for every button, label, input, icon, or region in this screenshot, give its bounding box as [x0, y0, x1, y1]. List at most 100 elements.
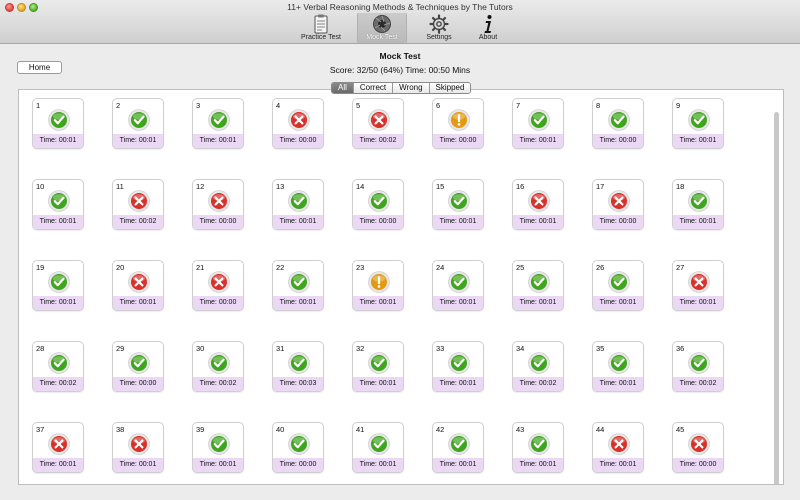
question-number: 13: [276, 182, 285, 191]
question-tile[interactable]: 34 Time: 00:02: [512, 341, 564, 392]
question-tile[interactable]: 12 Time: 00:00: [192, 179, 244, 230]
toolbar-mock-test[interactable]: Mock Test: [357, 13, 407, 43]
question-tile[interactable]: 3 Time: 00:01: [192, 98, 244, 149]
check-icon: [688, 190, 710, 212]
question-time: Time: 00:01: [673, 215, 723, 229]
question-tile[interactable]: 10 Time: 00:01: [32, 179, 84, 230]
question-tile[interactable]: 5 Time: 00:02: [352, 98, 404, 149]
toolbar-label: Mock Test: [366, 34, 398, 41]
check-icon: [288, 271, 310, 293]
question-tile[interactable]: 6 Time: 00:00: [432, 98, 484, 149]
question-number: 17: [596, 182, 605, 191]
check-icon: [448, 352, 470, 374]
question-tile[interactable]: 11 Time: 00:02: [112, 179, 164, 230]
check-icon: [288, 190, 310, 212]
question-tile[interactable]: 1 Time: 00:01: [32, 98, 84, 149]
filter-all[interactable]: All: [332, 83, 353, 93]
filter-segmented-control: All Correct Wrong Skipped: [331, 82, 472, 94]
check-icon: [288, 352, 310, 374]
question-tile[interactable]: 41 Time: 00:01: [352, 422, 404, 473]
vertical-scrollbar[interactable]: [774, 112, 779, 484]
question-tile[interactable]: 27 Time: 00:01: [672, 260, 724, 311]
cross-icon: [128, 190, 150, 212]
cross-icon: [688, 271, 710, 293]
question-tile[interactable]: 39 Time: 00:01: [192, 422, 244, 473]
question-tile[interactable]: 2 Time: 00:01: [112, 98, 164, 149]
toolbar-settings[interactable]: Settings: [414, 13, 464, 43]
filter-skipped[interactable]: Skipped: [428, 83, 471, 93]
window-title: 11+ Verbal Reasoning Methods & Technique…: [287, 2, 513, 12]
question-number: 29: [116, 344, 125, 353]
question-number: 42: [436, 425, 445, 434]
question-tile[interactable]: 15 Time: 00:01: [432, 179, 484, 230]
question-tile[interactable]: 14 Time: 00:00: [352, 179, 404, 230]
question-tile[interactable]: 40 Time: 00:00: [272, 422, 324, 473]
filter-correct[interactable]: Correct: [352, 83, 393, 93]
question-tile[interactable]: 45 Time: 00:00: [672, 422, 724, 473]
question-time: Time: 00:01: [33, 458, 83, 472]
filter-wrong[interactable]: Wrong: [392, 83, 429, 93]
question-tile[interactable]: 37 Time: 00:01: [32, 422, 84, 473]
toolbar-about[interactable]: About: [463, 13, 513, 43]
cross-icon: [48, 433, 70, 455]
question-number: 25: [516, 263, 525, 272]
toolbar-practice-test[interactable]: Practice Test: [296, 13, 346, 43]
question-time: Time: 00:01: [433, 377, 483, 391]
check-icon: [528, 271, 550, 293]
question-tile[interactable]: 32 Time: 00:01: [352, 341, 404, 392]
question-tile[interactable]: 7 Time: 00:01: [512, 98, 564, 149]
question-tile[interactable]: 44 Time: 00:01: [592, 422, 644, 473]
question-time: Time: 00:01: [353, 377, 403, 391]
question-tile[interactable]: 24 Time: 00:01: [432, 260, 484, 311]
question-time: Time: 00:01: [513, 296, 563, 310]
question-tile[interactable]: 23 Time: 00:01: [352, 260, 404, 311]
question-tile[interactable]: 43 Time: 00:01: [512, 422, 564, 473]
question-time: Time: 00:01: [593, 458, 643, 472]
question-tile[interactable]: 26 Time: 00:01: [592, 260, 644, 311]
question-tile[interactable]: 36 Time: 00:02: [672, 341, 724, 392]
question-tile[interactable]: 8 Time: 00:00: [592, 98, 644, 149]
question-grid: 1 Time: 00:01 2 Time: 00:01 3 Time: 00:01 4 Tim…: [32, 98, 724, 473]
question-tile[interactable]: 20 Time: 00:01: [112, 260, 164, 311]
question-time: Time: 00:02: [673, 377, 723, 391]
question-tile[interactable]: 19 Time: 00:01: [32, 260, 84, 311]
cross-icon: [288, 109, 310, 131]
question-time: Time: 00:02: [33, 377, 83, 391]
question-tile[interactable]: 18 Time: 00:01: [672, 179, 724, 230]
question-time: Time: 00:02: [353, 134, 403, 148]
question-tile[interactable]: 25 Time: 00:01: [512, 260, 564, 311]
question-tile[interactable]: 31 Time: 00:03: [272, 341, 324, 392]
question-tile[interactable]: 28 Time: 00:02: [32, 341, 84, 392]
question-tile[interactable]: 38 Time: 00:01: [112, 422, 164, 473]
question-tile[interactable]: 33 Time: 00:01: [432, 341, 484, 392]
question-number: 15: [436, 182, 445, 191]
question-time: Time: 00:00: [593, 215, 643, 229]
cross-icon: [208, 271, 230, 293]
question-time: Time: 00:00: [673, 458, 723, 472]
question-tile[interactable]: 29 Time: 00:00: [112, 341, 164, 392]
question-number: 37: [36, 425, 45, 434]
question-number: 10: [36, 182, 45, 191]
question-tile[interactable]: 22 Time: 00:01: [272, 260, 324, 311]
question-time: Time: 00:01: [433, 215, 483, 229]
check-icon: [368, 433, 390, 455]
question-time: Time: 00:01: [593, 377, 643, 391]
question-tile[interactable]: 42 Time: 00:01: [432, 422, 484, 473]
question-time: Time: 00:01: [113, 134, 163, 148]
question-time: Time: 00:00: [193, 296, 243, 310]
question-time: Time: 00:01: [273, 296, 323, 310]
question-tile[interactable]: 17 Time: 00:00: [592, 179, 644, 230]
question-number: 4: [276, 101, 281, 110]
question-tile[interactable]: 30 Time: 00:02: [192, 341, 244, 392]
question-tile[interactable]: 21 Time: 00:00: [192, 260, 244, 311]
question-tile[interactable]: 4 Time: 00:00: [272, 98, 324, 149]
check-icon: [448, 433, 470, 455]
question-tile[interactable]: 9 Time: 00:01: [672, 98, 724, 149]
check-icon: [128, 352, 150, 374]
check-icon: [208, 352, 230, 374]
question-tile[interactable]: 13 Time: 00:01: [272, 179, 324, 230]
home-button[interactable]: Home: [17, 61, 62, 74]
check-icon: [608, 109, 630, 131]
question-tile[interactable]: 16 Time: 00:01: [512, 179, 564, 230]
question-tile[interactable]: 35 Time: 00:01: [592, 341, 644, 392]
